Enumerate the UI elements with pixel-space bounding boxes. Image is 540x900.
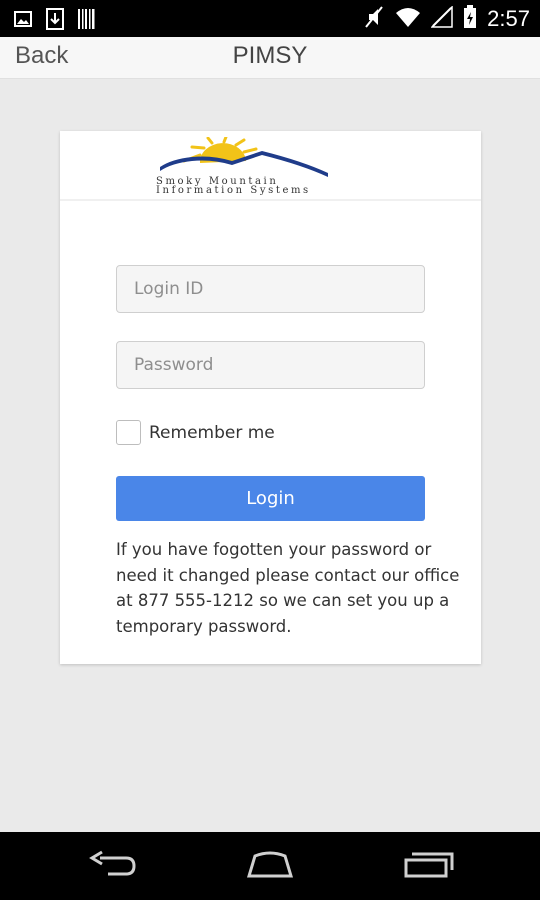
login-id-input[interactable] bbox=[116, 265, 425, 313]
remember-me-row: Remember me bbox=[116, 419, 275, 446]
navigation-bar bbox=[0, 832, 540, 900]
action-bar: Back PIMSY bbox=[0, 37, 540, 79]
status-time: 2:57 bbox=[487, 6, 530, 31]
remember-me-checkbox[interactable] bbox=[116, 420, 141, 445]
signal-icon bbox=[430, 5, 453, 32]
mute-icon bbox=[363, 5, 385, 33]
help-text: If you have fogotten your password or ne… bbox=[116, 540, 460, 636]
logo: Smoky Mountain Information Systems bbox=[60, 131, 481, 201]
logo-mark bbox=[160, 137, 328, 177]
recents-icon[interactable] bbox=[402, 850, 456, 884]
page-title: PIMSY bbox=[232, 42, 308, 69]
image-icon bbox=[14, 11, 32, 31]
back-icon[interactable] bbox=[88, 850, 138, 884]
login-button[interactable]: Login bbox=[116, 476, 425, 521]
remember-me-label[interactable]: Remember me bbox=[149, 423, 275, 443]
status-bar: 2:57 bbox=[0, 0, 540, 37]
battery-icon bbox=[463, 5, 477, 33]
barcode-icon bbox=[78, 9, 96, 33]
back-button[interactable]: Back bbox=[15, 42, 68, 70]
login-card: Smoky Mountain Information Systems Remem… bbox=[60, 131, 481, 664]
download-icon bbox=[46, 8, 64, 34]
wifi-icon bbox=[395, 6, 421, 32]
home-icon[interactable] bbox=[243, 850, 297, 884]
password-input[interactable] bbox=[116, 341, 425, 389]
logo-line2: Information Systems bbox=[156, 185, 311, 196]
